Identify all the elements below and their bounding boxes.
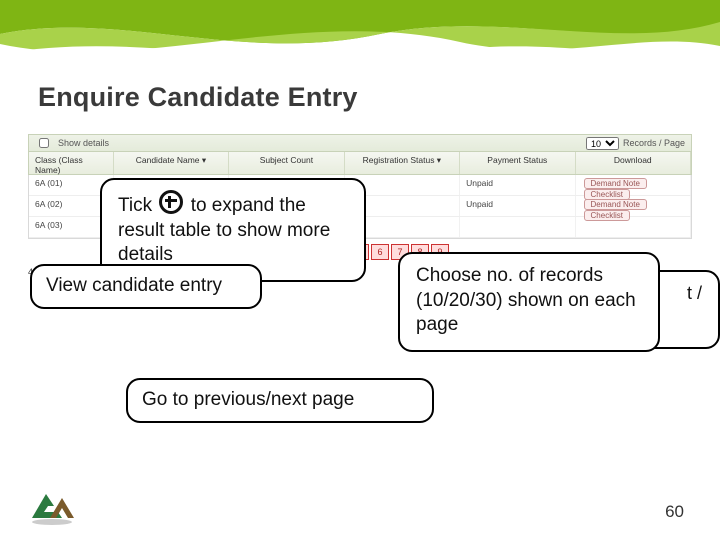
- show-details-label: Show details: [58, 138, 109, 148]
- callout-choose-records: Choose no. of records (10/20/30) shown o…: [398, 252, 660, 352]
- pager-page[interactable]: 6: [371, 244, 389, 260]
- page-number: 60: [665, 502, 684, 522]
- slide-title: Enquire Candidate Entry: [38, 82, 358, 113]
- demand-note-link[interactable]: Demand Note: [584, 178, 647, 189]
- header-decoration: [0, 0, 720, 80]
- show-details-checkbox[interactable]: [39, 138, 49, 148]
- table-header: Class (Class Name) Candidate Name ▾ Subj…: [28, 152, 692, 175]
- records-per-page-label: Records / Page: [623, 138, 685, 148]
- records-per-page-select[interactable]: 10: [586, 137, 619, 150]
- callout-view-entry: View candidate entry: [30, 264, 262, 309]
- callout-pager: Go to previous/next page: [126, 378, 434, 423]
- plus-circle-icon: [159, 190, 183, 214]
- demand-note-link[interactable]: Demand Note: [584, 199, 647, 210]
- ea-logo: [28, 488, 76, 526]
